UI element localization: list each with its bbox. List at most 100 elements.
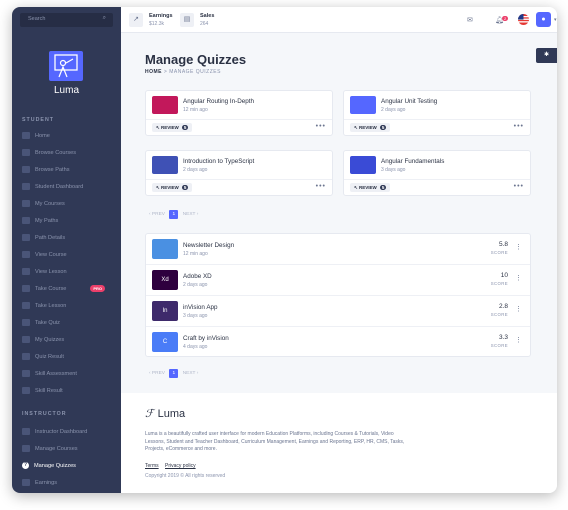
prev-page-link[interactable]: ‹ PREV (149, 212, 165, 217)
user-avatar[interactable]: ● (536, 12, 551, 27)
quiz-title[interactable]: Angular Routing In-Depth (183, 98, 254, 105)
score-label: SCORE (490, 312, 508, 317)
review-count-badge: 5 (379, 185, 387, 190)
review-count-badge: 5 (181, 125, 189, 130)
quiz-thumbnail (350, 96, 376, 114)
review-button[interactable]: ↖ REVIEW 5 (152, 183, 193, 192)
list-item-title[interactable]: inVision App (183, 304, 218, 311)
sidebar-item-earnings[interactable]: Earnings (22, 477, 117, 488)
score-value: 5.8 (498, 241, 508, 248)
prev-page-link[interactable]: ‹ PREV (149, 371, 165, 376)
terms-link[interactable]: Terms (145, 463, 159, 469)
more-vertical-icon[interactable]: ⋮ (515, 336, 522, 344)
quiz-thumbnail (152, 96, 178, 114)
trending-up-icon: ↗ (129, 13, 143, 27)
next-page-link[interactable]: NEXT › (183, 212, 199, 217)
sidebar-item-browse-paths[interactable]: Browse Paths (22, 164, 117, 175)
quiz-card[interactable]: Angular Unit Testing 2 days ago ↖ REVIEW… (343, 90, 531, 136)
list-item-time: 2 days ago (183, 282, 208, 288)
us-flag-icon[interactable] (518, 14, 529, 27)
search-icon[interactable]: ⌕ (103, 15, 106, 22)
footer-description: Luma is a beautifully crafted user inter… (145, 431, 405, 452)
more-options-icon[interactable]: ••• (316, 183, 326, 190)
sidebar-item-home[interactable]: Home (22, 130, 117, 141)
breadcrumb-home[interactable]: HOME (145, 69, 162, 75)
quiz-card[interactable]: Angular Fundamentals 3 days ago ↖ REVIEW… (343, 150, 531, 196)
quiz-card[interactable]: Angular Routing In-Depth 12 min ago ↖ RE… (145, 90, 333, 136)
divider (146, 179, 332, 180)
sidebar-item-my-quizzes[interactable]: My Quizzes (22, 334, 117, 345)
more-options-icon[interactable]: ••• (514, 123, 524, 130)
list-item[interactable]: Newsletter Design 12 min ago 5.8 SCORE ⋮ (146, 234, 530, 265)
sidebar-item-instructor-dashboard[interactable]: Instructor Dashboard (22, 426, 117, 437)
quiz-thumbnail (350, 156, 376, 174)
take-course-icon (22, 285, 30, 292)
review-arrow-icon: ↖ (156, 185, 160, 190)
sidebar-item-path-details[interactable]: Path Details (22, 232, 117, 243)
chevron-down-icon[interactable]: ▾ (554, 17, 557, 23)
sidebar-item-manage-quizzes[interactable]: ? Manage Quizzes (22, 460, 117, 471)
sidebar-item-take-course[interactable]: Take Course PRO (22, 283, 117, 294)
review-button[interactable]: ↖ REVIEW 5 (152, 123, 193, 132)
skill-result-icon (22, 387, 30, 394)
sidebar-item-browse-courses[interactable]: Browse Courses (22, 147, 117, 158)
quiz-title[interactable]: Angular Fundamentals (381, 158, 444, 165)
manage-courses-icon (22, 445, 30, 452)
more-options-icon[interactable]: ••• (316, 123, 326, 130)
quiz-card[interactable]: Introduction to TypeScript 2 days ago ↖ … (145, 150, 333, 196)
next-page-link[interactable]: NEXT › (183, 371, 199, 376)
search-input[interactable]: Search ⌕ (20, 13, 113, 27)
list-item-title[interactable]: Craft by inVision (183, 335, 229, 342)
list-item[interactable]: C Craft by inVision 4 days ago 3.3 SCORE… (146, 327, 530, 358)
sidebar-item-skill-assessment[interactable]: Skill Assessment (22, 368, 117, 379)
sidebar-item-quiz-result[interactable]: Quiz Result (22, 351, 117, 362)
sidebar-item-take-quiz[interactable]: Take Quiz (22, 317, 117, 328)
quiz-result-icon (22, 353, 30, 360)
current-page-button[interactable]: 1 (169, 369, 179, 378)
breadcrumb-current: MANAGE QUIZZES (169, 69, 221, 75)
my-courses-icon (22, 200, 30, 207)
score-label: SCORE (490, 250, 508, 255)
brand-logo-icon[interactable] (49, 51, 83, 81)
current-page-button[interactable]: 1 (169, 210, 179, 219)
score-label: SCORE (490, 343, 508, 348)
privacy-link[interactable]: Privacy policy (165, 463, 196, 469)
user-icon: ● (541, 16, 546, 23)
section-title-instructor: INSTRUCTOR (22, 411, 67, 417)
sidebar-item-student-dashboard[interactable]: Student Dashboard (22, 181, 117, 192)
list-item[interactable]: Xd Adobe XD 2 days ago 10 SCORE ⋮ (146, 265, 530, 296)
mail-icon[interactable]: ✉ (467, 16, 473, 24)
settings-gear-button[interactable]: ✱ (536, 48, 557, 63)
review-arrow-icon: ↖ (354, 125, 358, 130)
notification-count-badge: 2 (502, 16, 509, 21)
help-circle-icon: ? (22, 462, 29, 469)
earnings-icon (22, 479, 30, 486)
more-options-icon[interactable]: ••• (514, 183, 524, 190)
list-item[interactable]: In inVision App 3 days ago 2.8 SCORE ⋮ (146, 296, 530, 327)
browse-paths-icon (22, 166, 30, 173)
copyright: Copyright 2019 © All rights reserved (145, 473, 226, 479)
quiz-title[interactable]: Angular Unit Testing (381, 98, 437, 105)
sidebar-item-my-paths[interactable]: My Paths (22, 215, 117, 226)
sidebar-item-view-course[interactable]: View Course (22, 249, 117, 260)
dashboard-icon (22, 183, 30, 190)
review-button[interactable]: ↖ REVIEW 5 (350, 123, 391, 132)
more-vertical-icon[interactable]: ⋮ (515, 274, 522, 282)
sales-value: 264 (200, 21, 209, 27)
quiz-time: 2 days ago (183, 167, 208, 173)
footer-links: Terms Privacy policy (145, 463, 201, 469)
review-button[interactable]: ↖ REVIEW 5 (350, 183, 391, 192)
sidebar-item-skill-result[interactable]: Skill Result (22, 385, 117, 396)
pagination: ‹ PREV 1 NEXT › (149, 210, 198, 219)
list-item-title[interactable]: Newsletter Design (183, 242, 234, 249)
sidebar-item-my-courses[interactable]: My Courses (22, 198, 117, 209)
sidebar-item-take-lesson[interactable]: Take Lesson (22, 300, 117, 311)
sidebar-item-view-lesson[interactable]: View Lesson (22, 266, 117, 277)
quiz-title[interactable]: Introduction to TypeScript (183, 158, 254, 165)
home-icon (22, 132, 30, 139)
divider (344, 119, 530, 120)
more-vertical-icon[interactable]: ⋮ (515, 243, 522, 251)
sidebar-item-manage-courses[interactable]: Manage Courses (22, 443, 117, 454)
more-vertical-icon[interactable]: ⋮ (515, 305, 522, 313)
list-item-title[interactable]: Adobe XD (183, 273, 212, 280)
